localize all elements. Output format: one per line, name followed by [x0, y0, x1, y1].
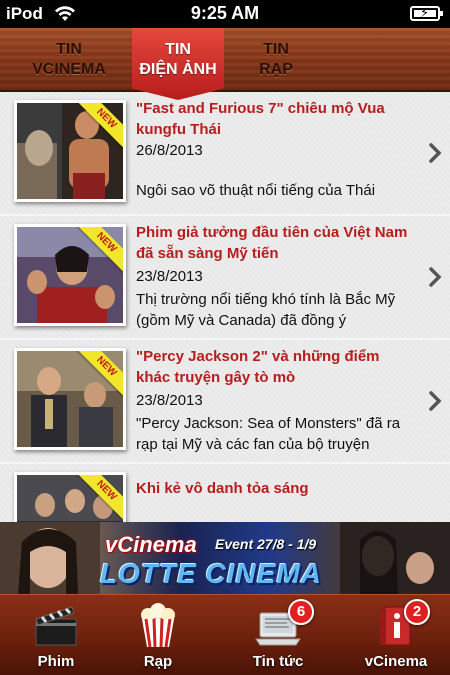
- tab-tin-vcinema[interactable]: TIN VCINEMA: [14, 28, 124, 92]
- banner-title: LOTTE CINEMA: [100, 558, 322, 589]
- chevron-right-icon[interactable]: [428, 142, 442, 164]
- tab-vcinema[interactable]: 2 vCinema: [340, 595, 450, 675]
- tab-label: Phim: [37, 653, 75, 670]
- news-thumbnail: NEW: [14, 348, 126, 450]
- tab-tin-rap[interactable]: TIN RẠP: [224, 28, 328, 92]
- tab-label-line1: TIN: [56, 41, 82, 58]
- tab-label: Rạp: [143, 653, 173, 670]
- banner-actress-image: [0, 522, 100, 594]
- clock: 9:25 AM: [190, 3, 260, 23]
- news-thumbnail: NEW: [14, 224, 126, 326]
- tab-tin-dien-anh[interactable]: TIN ĐIỆN ẢNH: [132, 28, 224, 100]
- news-date: 23/8/2013: [136, 392, 203, 409]
- news-thumbnail: NEW: [14, 472, 126, 522]
- promo-banner[interactable]: vCinema Event 27/8 - 1/9 LOTTE CINEMA: [0, 522, 450, 594]
- popcorn-icon: [141, 603, 175, 647]
- tab-label-line2: RẠP: [259, 61, 293, 78]
- tab-rap[interactable]: Rạp: [102, 595, 214, 675]
- news-date: 23/8/2013: [136, 268, 203, 285]
- news-list-item[interactable]: NEW "Fast and Furious 7" chiêu mộ Vua ku…: [0, 92, 450, 216]
- tab-tin-tuc[interactable]: 6 Tin tức: [222, 595, 334, 675]
- chevron-right-icon[interactable]: [428, 390, 442, 412]
- news-snippet: Thị trường nổi tiếng khó tính là Bắc Mỹ …: [136, 291, 396, 329]
- tab-label-line1: TIN: [263, 41, 289, 58]
- news-title[interactable]: "Percy Jackson 2" và những điểm khác tru…: [136, 346, 412, 388]
- news-thumbnail: NEW: [14, 100, 126, 202]
- news-snippet: "Percy Jackson: Sea of Monsters" đã ra r…: [136, 415, 401, 453]
- status-bar: iPod 9:25 AM ⚡: [0, 0, 450, 28]
- notification-badge: 6: [288, 599, 314, 625]
- category-tab-bar: TIN VCINEMA TIN ĐIỆN ẢNH TIN RẠP: [0, 28, 450, 100]
- news-snippet: Ngôi sao võ thuật nổi tiếng của Thái: [136, 182, 376, 199]
- news-title[interactable]: Phim giả tưởng đầu tiên của Việt Nam đã …: [136, 222, 412, 264]
- tab-label-line2: VCINEMA: [32, 61, 106, 78]
- tab-label: Tin tức: [252, 653, 304, 670]
- tab-label-line1: TIN: [165, 41, 191, 58]
- bottom-tab-bar: Phim Rạp 6 Tin tức 2 vCinema: [0, 594, 450, 675]
- news-title[interactable]: "Fast and Furious 7" chiêu mộ Vua kungfu…: [136, 98, 412, 140]
- chevron-right-icon[interactable]: [428, 266, 442, 288]
- banner-couple-image: [340, 522, 450, 594]
- battery-icon: ⚡: [410, 5, 443, 21]
- news-title[interactable]: Khi kẻ vô danh tỏa sáng: [136, 478, 412, 499]
- notification-badge: 2: [404, 599, 430, 625]
- tab-label: vCinema: [364, 653, 428, 670]
- tab-label-line2: ĐIỆN ẢNH: [139, 61, 217, 78]
- news-list-item[interactable]: NEW Khi kẻ vô danh tỏa sáng: [0, 464, 450, 522]
- banner-event-dates: Event 27/8 - 1/9: [215, 536, 317, 552]
- news-date: 26/8/2013: [136, 142, 203, 159]
- clapperboard-icon: [35, 606, 77, 646]
- news-list-item[interactable]: NEW Phim giả tưởng đầu tiên của Việt Nam…: [0, 216, 450, 340]
- banner-brand: vCinema: [105, 532, 197, 557]
- tab-phim[interactable]: Phim: [0, 595, 112, 675]
- news-list-item[interactable]: NEW "Percy Jackson 2" và những điểm khác…: [0, 340, 450, 464]
- news-list[interactable]: NEW "Fast and Furious 7" chiêu mộ Vua ku…: [0, 92, 450, 522]
